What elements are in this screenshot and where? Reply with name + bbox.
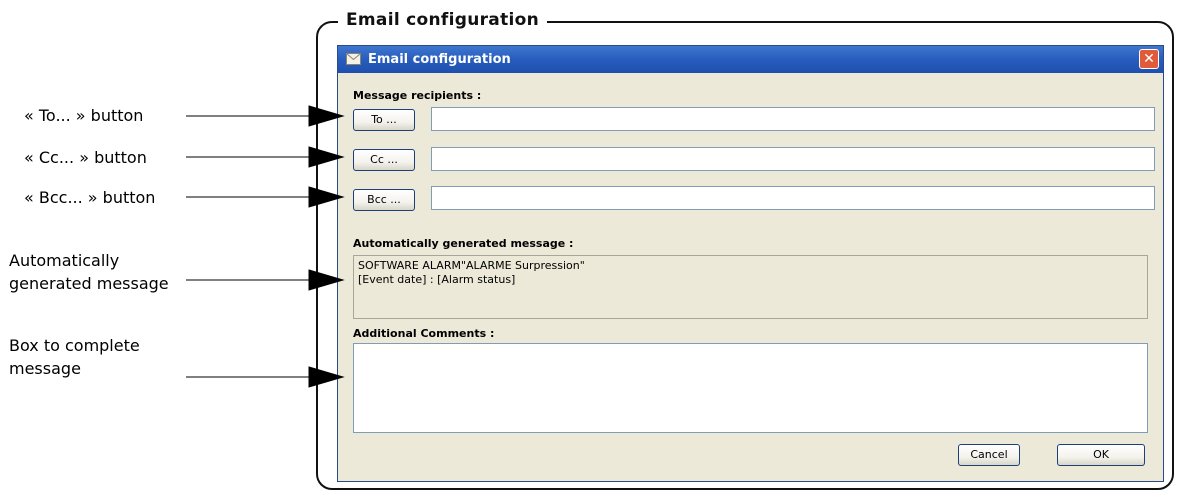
recipients-label: Message recipients : <box>353 89 482 102</box>
auto-message-line1: SOFTWARE ALARM"ALARME Surpression" <box>358 259 585 272</box>
annotation-cc-button: « Cc... » button <box>24 148 147 167</box>
close-button[interactable]: ✕ <box>1139 49 1159 69</box>
annotation-complete-box-line2: message <box>9 359 81 378</box>
annotation-bcc-button: « Bcc... » button <box>24 188 156 207</box>
auto-message-label: Automatically generated message : <box>353 237 574 250</box>
window-title: Email configuration <box>368 52 511 67</box>
close-icon: ✕ <box>1143 51 1155 67</box>
frame-title: Email configuration <box>338 8 548 32</box>
annotation-auto-message-line2: generated message <box>9 274 169 293</box>
auto-message-line2: [Event date] : [Alarm status] <box>358 273 516 286</box>
comments-label: Additional Comments : <box>353 327 495 340</box>
bcc-button[interactable]: Bcc ... <box>353 189 415 211</box>
titlebar: Email configuration ✕ <box>338 46 1163 73</box>
to-field[interactable] <box>431 107 1155 131</box>
auto-message-box: SOFTWARE ALARM"ALARME Surpression" [Even… <box>353 255 1148 319</box>
email-config-window: Email configuration ✕ Message recipients… <box>337 45 1164 482</box>
cancel-button[interactable]: Cancel <box>958 444 1020 466</box>
annotation-complete-box-line1: Box to complete <box>9 336 140 355</box>
bcc-field[interactable] <box>431 186 1155 210</box>
cc-button[interactable]: Cc ... <box>353 149 415 171</box>
ok-button[interactable]: OK <box>1057 444 1145 466</box>
to-button[interactable]: To ... <box>353 109 415 131</box>
stage: Email configuration « To... » button « C… <box>0 0 1194 499</box>
comments-textarea[interactable] <box>353 343 1148 433</box>
annotation-to-button: « To... » button <box>24 106 144 125</box>
envelope-icon <box>346 53 361 65</box>
cc-field[interactable] <box>431 147 1155 171</box>
annotation-auto-message-line1: Automatically <box>9 251 120 270</box>
